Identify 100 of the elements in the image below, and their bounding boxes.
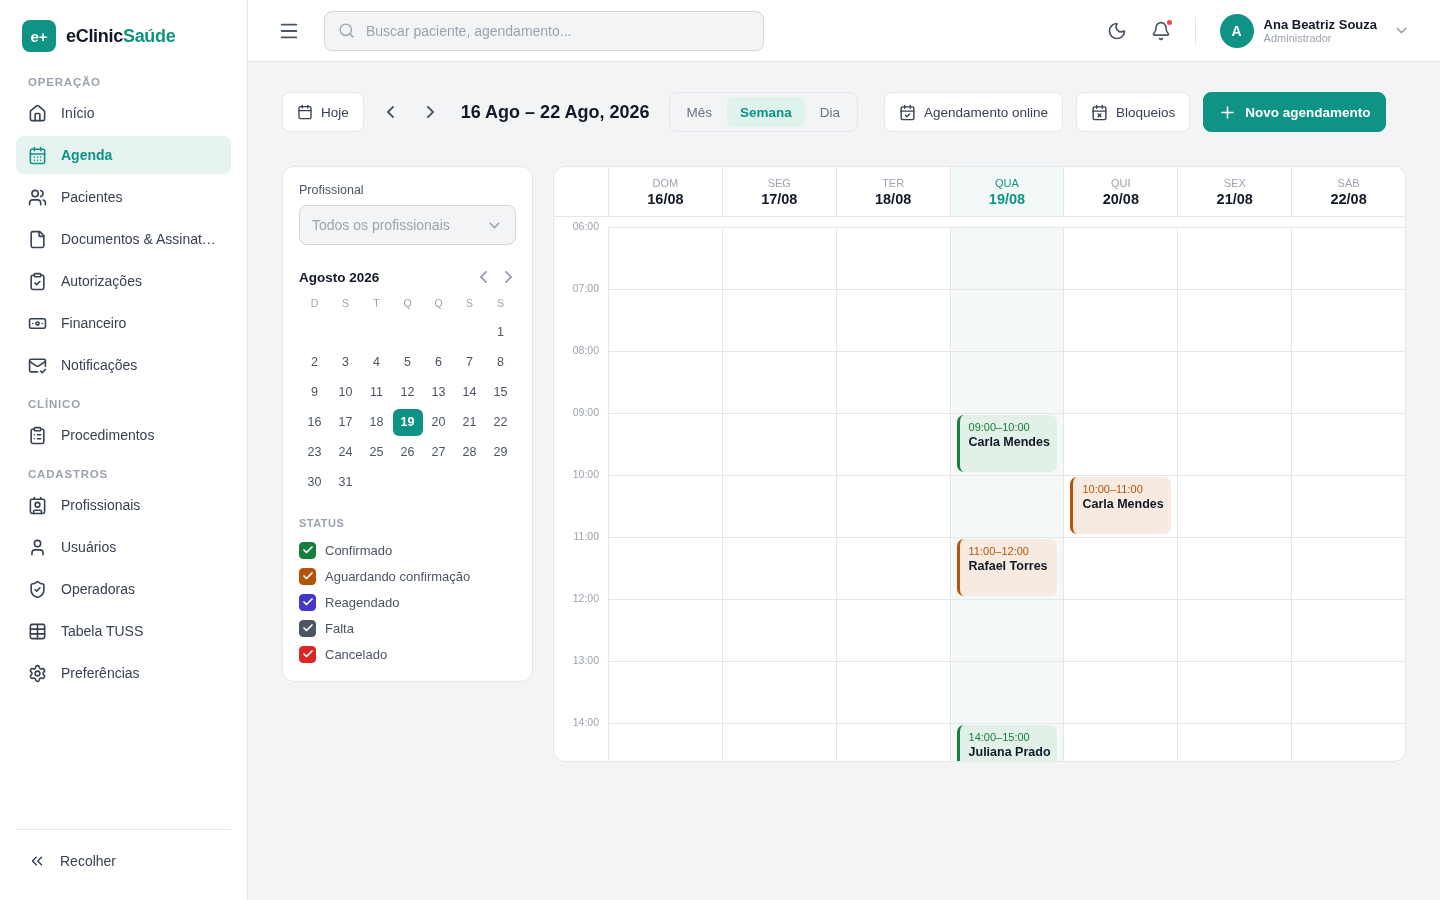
day-cell[interactable]: 12 (392, 378, 423, 406)
day-cell[interactable]: 7 (454, 348, 485, 376)
settings-icon (28, 663, 47, 683)
status-label: Falta (325, 620, 354, 636)
day-cell[interactable]: 20 (423, 408, 454, 436)
calendar-icon (28, 145, 47, 165)
weekday-label: S (497, 297, 504, 311)
day-cell[interactable]: 1 (485, 318, 516, 346)
chevron-right-icon (426, 106, 434, 118)
checklist-icon (28, 271, 47, 291)
collapse-button[interactable]: Recolher (16, 842, 231, 880)
calendar-icon (297, 104, 313, 120)
day-cell[interactable]: 27 (423, 438, 454, 466)
nav-item[interactable]: Pacientes (16, 178, 231, 216)
day-cell[interactable]: 11 (361, 378, 392, 406)
nav-item[interactable]: Profissionais (16, 486, 231, 524)
nav-item[interactable]: Procedimentos (16, 416, 231, 454)
document-icon (28, 229, 47, 249)
table-icon (28, 621, 47, 641)
day-cell[interactable]: 21 (454, 408, 485, 436)
weekday-label: S (342, 297, 349, 311)
blocks-button[interactable]: Bloqueios (1075, 92, 1191, 132)
brand-name: eClinicSaúde (66, 25, 176, 47)
view-tab[interactable]: Dia (806, 97, 854, 127)
time-label: 11:00 (572, 530, 600, 542)
nav-item[interactable]: Autorizações (16, 262, 231, 300)
appointment-card[interactable]: 09:00–10:00 Carla Mendes (956, 415, 1058, 472)
appointment-card[interactable]: 11:00–12:00 Rafael Torres (956, 539, 1058, 596)
calendar-check-icon (899, 103, 917, 121)
day-cell[interactable]: 5 (392, 348, 423, 376)
day-cell[interactable]: 9 (299, 378, 330, 406)
day-cell[interactable]: 14 (454, 378, 485, 406)
day-cell[interactable]: 2 (299, 348, 330, 376)
time-label: 06:00 (571, 220, 600, 232)
day-cell[interactable]: 16 (299, 408, 330, 436)
day-cell[interactable]: 31 (330, 468, 361, 496)
weekday-label: Q (403, 297, 412, 311)
day-cell[interactable]: 6 (423, 348, 454, 376)
chevron-right-icon (505, 271, 512, 283)
view-tab[interactable]: Mês (673, 97, 726, 127)
day-header: QUA 19/08 (949, 167, 1064, 216)
bell-icon (1150, 20, 1171, 41)
day-cell[interactable]: 19 (392, 408, 423, 436)
day-cell[interactable]: 30 (299, 468, 330, 496)
section-title: CADASTROS (27, 468, 110, 480)
field-label: Profissional (299, 183, 365, 197)
nav-item[interactable]: Financeiro (16, 304, 231, 342)
logo-icon: e+ (22, 20, 56, 52)
status-label: Reagendado (325, 594, 400, 610)
theme-toggle[interactable] (1106, 20, 1127, 41)
new-appointment-button[interactable]: Novo agendamento (1203, 92, 1386, 132)
nav-item[interactable]: Operadoras (16, 570, 231, 608)
patient-name: Juliana Prado (968, 745, 1049, 759)
weekday-label: T (373, 297, 380, 311)
status-checkbox[interactable] (299, 593, 316, 611)
search-field[interactable]: Buscar paciente, agendamento... (324, 10, 764, 51)
status-checkbox[interactable] (299, 567, 316, 585)
day-cell[interactable]: 26 (392, 438, 423, 466)
user-name: Ana Beatriz Souza (1263, 17, 1377, 32)
time-label: 12:00 (571, 592, 600, 604)
today-button[interactable]: Hoje (282, 92, 364, 132)
day-cell[interactable]: 3 (330, 348, 361, 376)
notifications-button[interactable] (1150, 20, 1171, 41)
status-checkbox[interactable] (299, 619, 316, 637)
section-title: CLÍNICO (27, 398, 82, 410)
day-header: SÁB 22/08 (1291, 167, 1405, 216)
day-cell[interactable]: 8 (485, 348, 516, 376)
nav-item[interactable]: Início (16, 94, 231, 132)
day-cell[interactable]: 18 (361, 408, 392, 436)
chevron-left-icon (480, 271, 487, 283)
day-cell[interactable]: 28 (454, 438, 485, 466)
day-cell[interactable]: 29 (485, 438, 516, 466)
time-label: 14:00 (571, 716, 600, 728)
nav-item[interactable]: Documentos & Assinat… (16, 220, 231, 258)
nav-item[interactable]: Preferências (16, 654, 231, 692)
patient-name: Rafael Torres (968, 559, 1049, 573)
day-cell[interactable]: 4 (361, 348, 392, 376)
online-booking-button[interactable]: Agendamento online (884, 92, 1063, 132)
nav-item[interactable]: Usuários (16, 528, 231, 566)
search-icon (338, 21, 355, 39)
day-cell[interactable]: 22 (485, 408, 516, 436)
day-cell[interactable]: 25 (361, 438, 392, 466)
day-cell[interactable]: 15 (485, 378, 516, 406)
nav-item[interactable]: Tabela TUSS (16, 612, 231, 650)
status-checkbox[interactable] (299, 645, 316, 663)
day-cell[interactable]: 17 (330, 408, 361, 436)
day-cell[interactable]: 24 (330, 438, 361, 466)
nav-item[interactable]: Notificações (16, 346, 231, 384)
day-cell[interactable]: 10 (330, 378, 361, 406)
time-label: 10:00 (571, 468, 600, 480)
time-label: 08:00 (571, 344, 600, 356)
appointment-card[interactable]: 14:00–15:00 Juliana Prado (956, 725, 1058, 761)
status-checkbox[interactable] (299, 541, 316, 559)
status-title: STATUS (299, 517, 346, 529)
users-icon (28, 187, 47, 207)
day-cell[interactable]: 13 (423, 378, 454, 406)
patient-name: Carla Mendes (1082, 497, 1163, 511)
day-cell[interactable]: 23 (299, 438, 330, 466)
weekday-label: S (466, 297, 473, 311)
appointment-card[interactable]: 10:00–11:00 Carla Mendes (1070, 477, 1172, 534)
